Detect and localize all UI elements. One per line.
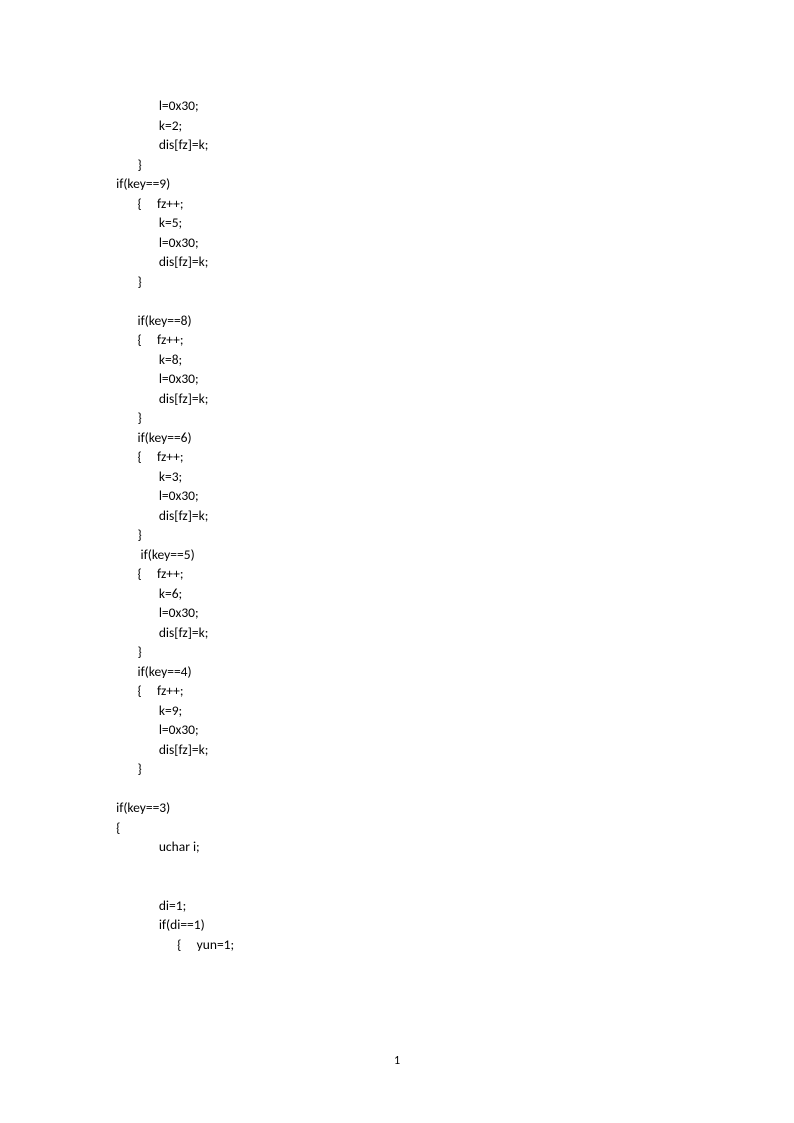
- code-block: l=0x30; k=2; dis[fz]=k; } if(key==9) { f…: [0, 0, 794, 954]
- page-number: 1: [0, 1054, 794, 1068]
